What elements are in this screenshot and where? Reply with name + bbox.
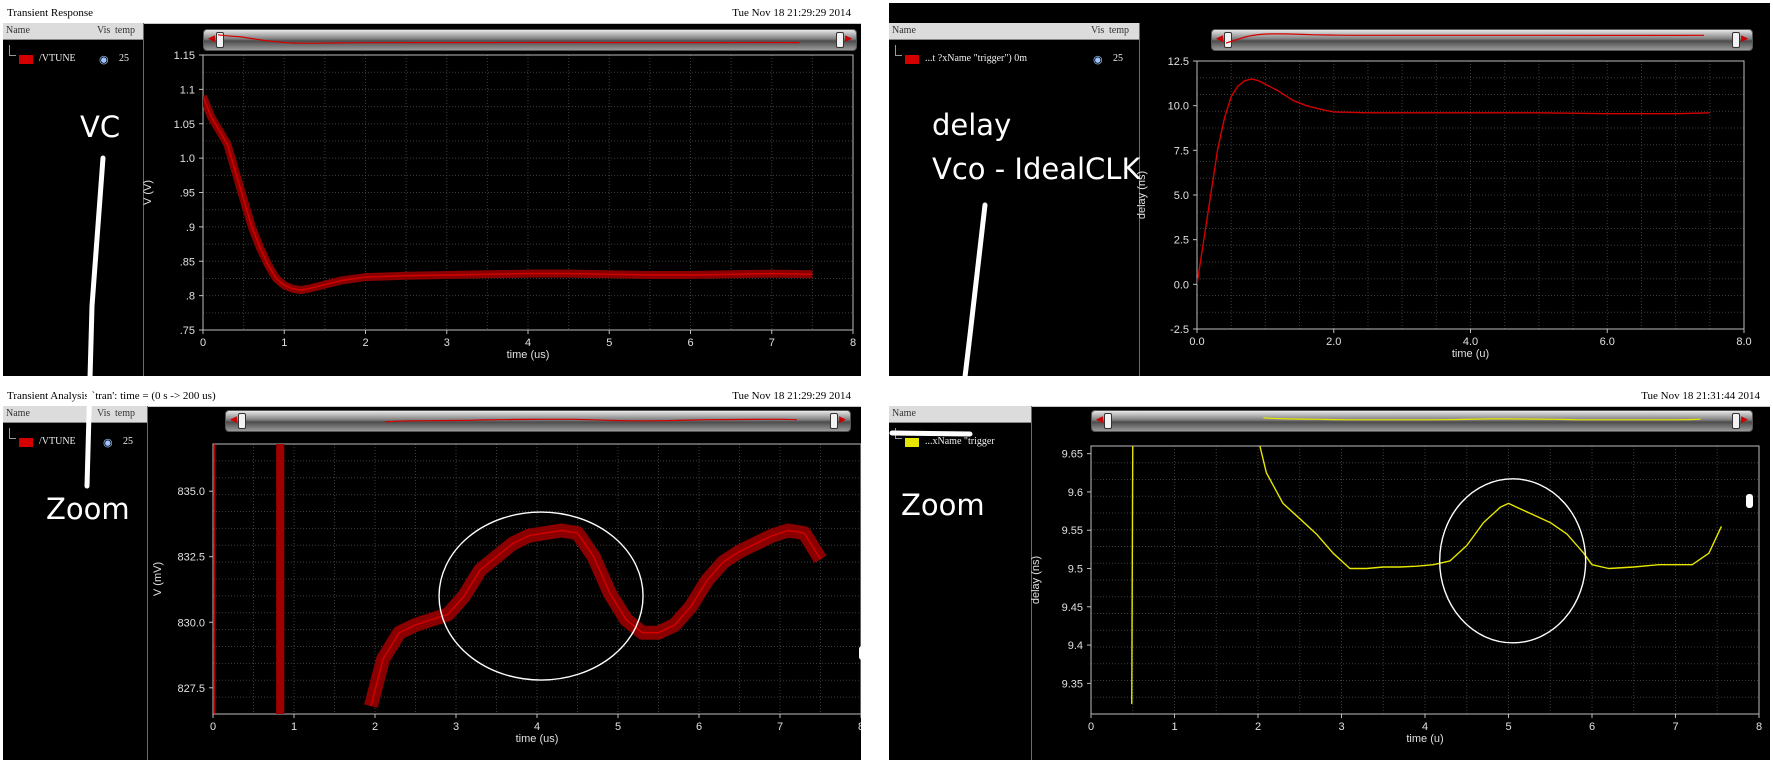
panel-bottom-right: Tue Nov 18 21:31:44 2014 Name ...xName "… [889,386,1770,760]
y-tick-label: .8 [186,291,195,303]
plot-area[interactable]: 0.0 2.0 4.0 6.0 8.0-2.50.02.55.07.510.012.5t… [889,3,1770,376]
x-tick-label: 0 [1088,721,1094,733]
series-line [1259,446,1723,570]
y-tick-label: 1.0 [180,153,195,165]
series-line [203,95,813,291]
panel-resize-handle[interactable] [1746,494,1753,508]
x-tick-label: 7 [769,337,775,349]
y-tick-label: 9.55 [1062,525,1083,537]
x-tick-label: 2.0 [1326,336,1341,348]
x-tick-label: 6 [1589,721,1595,733]
y-tick-label: 9.6 [1068,487,1083,499]
series-group [1197,78,1710,285]
y-tick-label: 1.15 [174,50,195,62]
y-tick-label: -2.5 [1170,324,1189,336]
y-tick-label: 12.5 [1168,56,1189,68]
x-tick-label: 5 [615,721,621,733]
x-tick-label: 8 [858,721,861,733]
y-tick-label: 835.0 [177,486,205,498]
panel-resize-handle[interactable] [859,646,861,660]
series-band-vertical [276,444,285,714]
series-line [1197,78,1710,285]
plot-area[interactable]: 0 1 2 3 4 5 6 7 8 .75 .8 .85 .9 .95 1.0 1.05 1.1 1.15 time… [3,3,861,376]
y-tick-label: 5.0 [1174,190,1189,202]
y-tick-label: 9.4 [1068,640,1083,652]
y-axis-label: V (mV) [152,562,164,596]
series-group [203,94,813,295]
y-axis-label: V (V) [142,180,154,205]
y-tick-label: 7.5 [1174,145,1189,157]
y-tick-label: 1.1 [180,84,195,96]
x-axis-label: time (u) [1406,733,1443,745]
y-tick-label: 9.65 [1062,449,1083,461]
x-tick-label: 1 [1171,721,1177,733]
y-tick-label: 9.5 [1068,564,1083,576]
x-axis-label: time (u) [1452,348,1489,360]
x-tick-label: 1 [281,337,287,349]
zoom-highlight-circle [1438,478,1587,644]
x-tick-label: 8 [850,337,856,349]
x-tick-label: 2 [1255,721,1261,733]
grid [1196,60,1745,330]
y-tick-label: 0.0 [1174,279,1189,291]
series-band [203,94,813,295]
x-tick-label: 2 [372,721,378,733]
annotation-vc: VC [80,110,121,144]
grid [1090,445,1760,715]
x-tick-label: 4 [1422,721,1428,733]
y-tick-label: 2.5 [1174,235,1189,247]
x-tick-label: 0 [200,337,206,349]
grid [212,443,861,715]
y-tick-label: 9.45 [1062,602,1083,614]
y-tick-label: 827.5 [177,683,205,695]
x-tick-label: 0.0 [1189,336,1204,348]
y-tick-label: .95 [180,188,195,200]
x-tick-label: 4.0 [1463,336,1478,348]
panel-bottom-left: Transient Analysis `tran': time = (0 s -… [3,386,861,760]
y-tick-label: 1.05 [174,119,195,131]
y-tick-label: .9 [186,222,195,234]
annotation-zoom-left: Zoom [46,492,130,526]
y-tick-label: 10.0 [1168,101,1189,113]
plot-area[interactable]: 0 1 2 3 4 5 6 7 8 9.35 9.4 9.45 9.5 9.55 9.6 9.65 time (… [889,386,1770,760]
x-tick-label: 8.0 [1736,336,1751,348]
x-tick-label: 6 [687,337,693,349]
x-tick-label: 6.0 [1600,336,1615,348]
y-tick-label: 832.5 [177,552,205,564]
x-tick-label: 4 [534,721,540,733]
x-axis-label: time (us) [507,349,550,361]
x-tick-label: 7 [1672,721,1678,733]
series-rise-line [1131,446,1134,705]
y-tick-label: 830.0 [177,617,205,629]
x-tick-label: 3 [1338,721,1344,733]
x-tick-label: 5 [1505,721,1511,733]
x-tick-label: 0 [210,721,216,733]
plot-area[interactable]: 0 1 2 3 4 5 6 7 8 827.5 830.0 832.5 835.0 time (us) V … [3,386,861,760]
x-tick-label: 4 [525,337,531,349]
panel-top-left: Transient Response Tue Nov 18 21:29:29 2… [3,3,861,376]
x-tick-label: 1 [291,721,297,733]
annotation-vco-idealclk: Vco - IdealCLK [932,152,1141,186]
x-axis-label: time (us) [516,733,559,745]
y-tick-label: .85 [180,256,195,268]
x-tick-label: 2 [362,337,368,349]
y-tick-label: 9.35 [1062,678,1083,690]
x-tick-label: 5 [606,337,612,349]
y-tick-label: .75 [180,325,195,337]
x-tick-label: 8 [1756,721,1762,733]
x-tick-label: 3 [444,337,450,349]
y-axis-label: delay (ns) [1030,556,1042,604]
x-tick-label: 6 [696,721,702,733]
annotation-zoom-right: Zoom [901,488,985,522]
x-tick-label: 3 [453,721,459,733]
x-tick-label: 7 [777,721,783,733]
panel-top-right: Name Vis temp ...t ?xName "trigger") 0m … [889,3,1770,376]
annotation-delay: delay [932,108,1012,142]
